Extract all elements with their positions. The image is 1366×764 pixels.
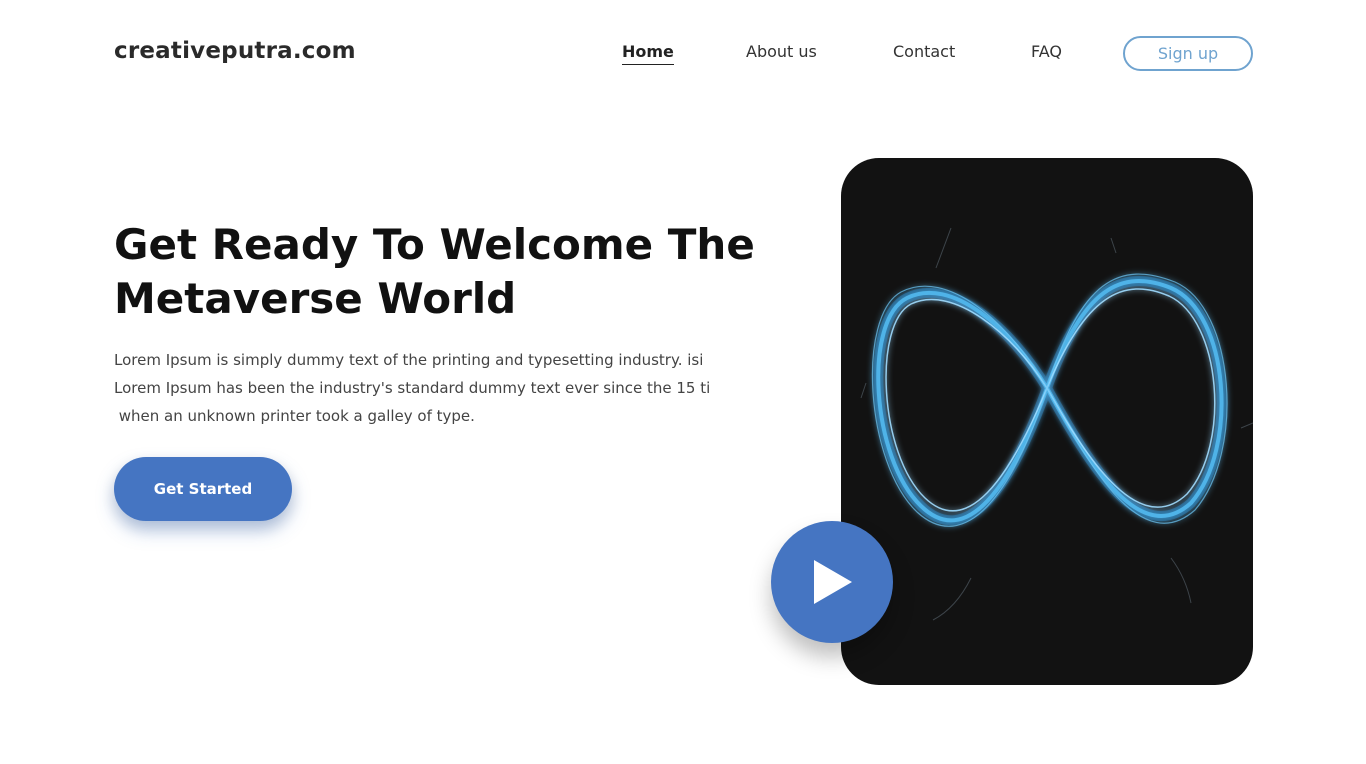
hero-title: Get Ready To Welcome The Metaverse World [114,218,774,326]
hero-description-line-3: when an unknown printer took a galley of… [114,407,475,425]
brand-logo[interactable]: creativeputra.com [114,38,356,64]
hero-title-line-2: Metaverse World [114,274,517,323]
landing-page: creativeputra.com Home About us Contact … [0,0,1366,764]
nav-faq[interactable]: FAQ [1031,42,1062,61]
get-started-button[interactable]: Get Started [114,457,292,521]
hero-media-card [841,158,1253,685]
play-video-button[interactable] [771,521,893,643]
nav-home[interactable]: Home [622,42,674,65]
hero-description-line-2: Lorem Ipsum has been the industry's stan… [114,379,711,397]
nav-about-us[interactable]: About us [746,42,817,61]
hero-title-line-1: Get Ready To Welcome The [114,220,755,269]
hero-description-line-1: Lorem Ipsum is simply dummy text of the … [114,351,704,369]
sign-up-button[interactable]: Sign up [1123,36,1253,71]
nav-contact[interactable]: Contact [893,42,955,61]
infinity-icon [860,227,1253,621]
play-icon [814,560,852,604]
hero-description: Lorem Ipsum is simply dummy text of the … [114,346,764,430]
